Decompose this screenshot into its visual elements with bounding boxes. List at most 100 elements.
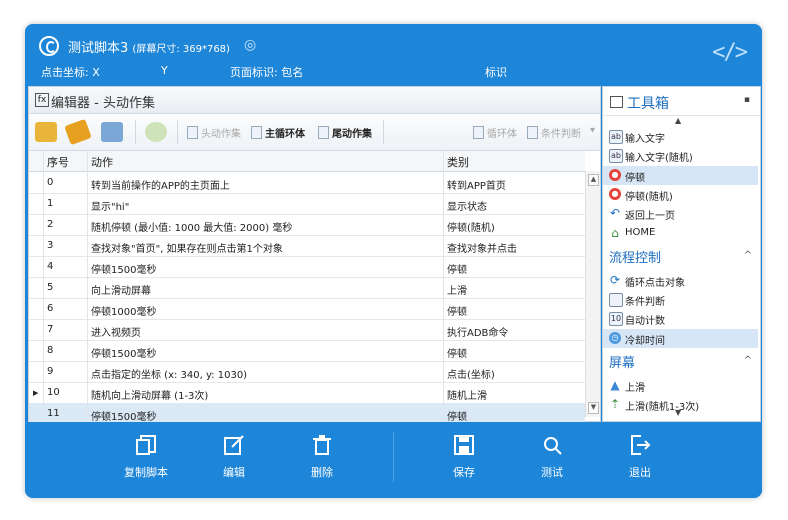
- table-row[interactable]: 8 停顿1500毫秒 停顿: [29, 340, 585, 362]
- copy-script-button[interactable]: 复制脚本: [116, 434, 176, 480]
- toolbox-title: 工具箱: [627, 96, 669, 112]
- row-index: 10: [47, 387, 60, 398]
- collapse-chevron-icon[interactable]: ^: [744, 250, 752, 261]
- row-category: 点击(坐标): [447, 370, 495, 381]
- row-action: 停顿1500毫秒: [91, 349, 157, 360]
- toolbox-item-label: 冷却时间: [625, 335, 665, 347]
- column-action[interactable]: 动作: [91, 154, 113, 170]
- group-flow-control[interactable]: 流程控制: [609, 247, 661, 266]
- table-row[interactable]: 3 查找对象"首页", 如果存在则点击第1个对象 查找对象并点击: [29, 235, 585, 257]
- exit-label: 退出: [629, 466, 651, 479]
- toolbox-item-label: 输入文字(随机): [625, 153, 693, 165]
- column-divider: [43, 151, 44, 419]
- pointer-icon[interactable]: [101, 122, 123, 142]
- test-label: 测试: [541, 466, 563, 479]
- table-row[interactable]: 1 显示"hi" 显示状态: [29, 193, 585, 215]
- row-action: 显示"hi": [91, 202, 130, 213]
- table-row[interactable]: 4 停顿1500毫秒 停顿: [29, 256, 585, 278]
- toolbox-scroll-up-icon[interactable]: ▲: [675, 116, 681, 125]
- pin-icon[interactable]: ▪: [744, 95, 750, 105]
- save-button[interactable]: 保存: [434, 434, 494, 480]
- main-loop-label: 主循环体: [265, 129, 305, 140]
- column-divider: [87, 151, 88, 419]
- collapse-chevron-icon[interactable]: ^: [744, 355, 752, 366]
- group-screen[interactable]: 屏幕: [609, 352, 635, 371]
- delete-button[interactable]: 删除: [292, 434, 352, 480]
- head-actions-button[interactable]: 头动作集: [187, 125, 241, 140]
- toolbox-item[interactable]: ↶ 返回上一页: [603, 204, 758, 223]
- table-row[interactable]: 6 停顿1000毫秒 停顿: [29, 298, 585, 320]
- toolbox-item[interactable]: ab 输入文字: [603, 127, 758, 146]
- toolbox-item[interactable]: ◷ 冷却时间: [603, 328, 758, 348]
- mark-label: 标识: [485, 66, 507, 79]
- toolbox-item[interactable]: 10 自动计数: [603, 309, 758, 328]
- edit-icon: [224, 435, 244, 455]
- cooldown-icon: ◷: [609, 331, 621, 344]
- row-category: 上滑: [447, 286, 467, 297]
- toolbox-item[interactable]: ● 停顿: [603, 165, 758, 185]
- editor-panel: fx 编辑器 - 头动作集 头动作集 主循环体 尾动作集 循环体 条件判断 ▾ …: [28, 86, 601, 425]
- save-label: 保存: [453, 466, 475, 479]
- toolbar-overflow-icon[interactable]: ▾: [590, 125, 595, 136]
- main-loop-button[interactable]: 主循环体: [251, 125, 305, 140]
- exit-button[interactable]: 退出: [610, 434, 670, 480]
- row-index: 7: [47, 324, 54, 335]
- column-category[interactable]: 类别: [447, 154, 469, 170]
- bottom-bar: 复制脚本 编辑 删除 保存 测试 退出: [25, 422, 762, 498]
- copy-icon: [136, 435, 156, 455]
- toolbox-item[interactable]: ⟳ 循环点击对象: [603, 271, 758, 290]
- toolbox-item[interactable]: ▲ 上滑: [603, 376, 758, 395]
- row-action: 查找对象"首页", 如果存在则点击第1个对象: [91, 244, 283, 255]
- condition-icon: [609, 293, 623, 308]
- scroll-up-icon[interactable]: ▲: [588, 174, 599, 186]
- tail-actions-button[interactable]: 尾动作集: [318, 125, 372, 140]
- table-row[interactable]: 2 随机停顿 (最小值: 1000 最大值: 2000) 毫秒 停顿(随机): [29, 214, 585, 236]
- table-scrollbar[interactable]: ▲ ▼: [585, 171, 600, 417]
- editor-toolbar: 头动作集 主循环体 尾动作集 循环体 条件判断 ▾: [29, 114, 600, 151]
- bottom-divider: [393, 432, 394, 482]
- table-row[interactable]: ▶ 10 随机向上滑动屏幕 (1-3次) 随机上滑: [29, 382, 585, 404]
- test-button[interactable]: 测试: [522, 434, 582, 480]
- table-row[interactable]: 5 向上滑动屏幕 上滑: [29, 277, 585, 299]
- column-index[interactable]: 序号: [47, 154, 69, 170]
- table-row[interactable]: 0 转到当前操作的APP的主页面上 转到APP首页: [29, 172, 585, 194]
- toolbox-item[interactable]: ab 输入文字(随机): [603, 146, 758, 165]
- toolbox-title-bar: 工具箱 ▪: [603, 87, 760, 116]
- toolbox-item-label: HOME: [625, 226, 656, 238]
- tag-icon[interactable]: [64, 118, 92, 146]
- edit-button[interactable]: 编辑: [204, 434, 264, 480]
- toolbox-item-label: 上滑: [625, 383, 645, 394]
- editor-title: 编辑器 - 头动作集: [51, 96, 155, 111]
- scroll-down-icon[interactable]: ▼: [588, 402, 599, 414]
- table-row[interactable]: 7 进入视频页 执行ADB命令: [29, 319, 585, 341]
- loop-button[interactable]: 循环体: [473, 125, 517, 140]
- home-icon: ⌂: [611, 225, 619, 240]
- edit-label: 编辑: [223, 466, 245, 479]
- toolbox-icon: [610, 96, 623, 108]
- toolbox-item-label: 停顿: [625, 172, 645, 184]
- editor-title-bar: fx 编辑器 - 头动作集: [29, 87, 600, 114]
- refresh-icon[interactable]: [145, 122, 167, 142]
- condition-button[interactable]: 条件判断: [527, 125, 581, 140]
- eye-icon[interactable]: ◎: [244, 37, 256, 53]
- toolbox-panel: 工具箱 ▪ ▲ ab 输入文字 ab 输入文字(随机) ● 停顿 ● 停顿(随机) ↶ 返回上一页…: [602, 86, 761, 422]
- header: 测试脚本3 (屏幕尺寸: 369*768) ◎ 点击坐标: X Y 页面标识: …: [25, 24, 762, 86]
- table-row[interactable]: 9 点击指定的坐标 (x: 340, y: 1030) 点击(坐标): [29, 361, 585, 383]
- app-logo-icon: [39, 36, 59, 56]
- abc-input-icon[interactable]: [35, 122, 57, 142]
- toolbox-scroll-down-icon[interactable]: ▼: [675, 408, 681, 417]
- text-input-icon: ab: [609, 149, 623, 164]
- row-action: 进入视频页: [91, 328, 141, 339]
- toolbox-item[interactable]: ● 停顿(随机): [603, 185, 758, 204]
- toolbar-divider: [383, 120, 384, 144]
- code-icon[interactable]: </>: [712, 40, 748, 65]
- toolbox-item-label: 停顿(随机): [625, 191, 673, 203]
- condition-label: 条件判断: [541, 129, 581, 140]
- row-action: 随机向上滑动屏幕 (1-3次): [91, 391, 209, 402]
- row-action: 停顿1500毫秒: [91, 265, 157, 276]
- row-index: 11: [47, 408, 60, 419]
- toolbox-item[interactable]: 条件判断: [603, 290, 758, 309]
- back-icon: ↶: [609, 206, 621, 221]
- table-header: 序号 动作 类别: [29, 151, 585, 172]
- toolbox-item[interactable]: ⌂ HOME: [603, 224, 758, 243]
